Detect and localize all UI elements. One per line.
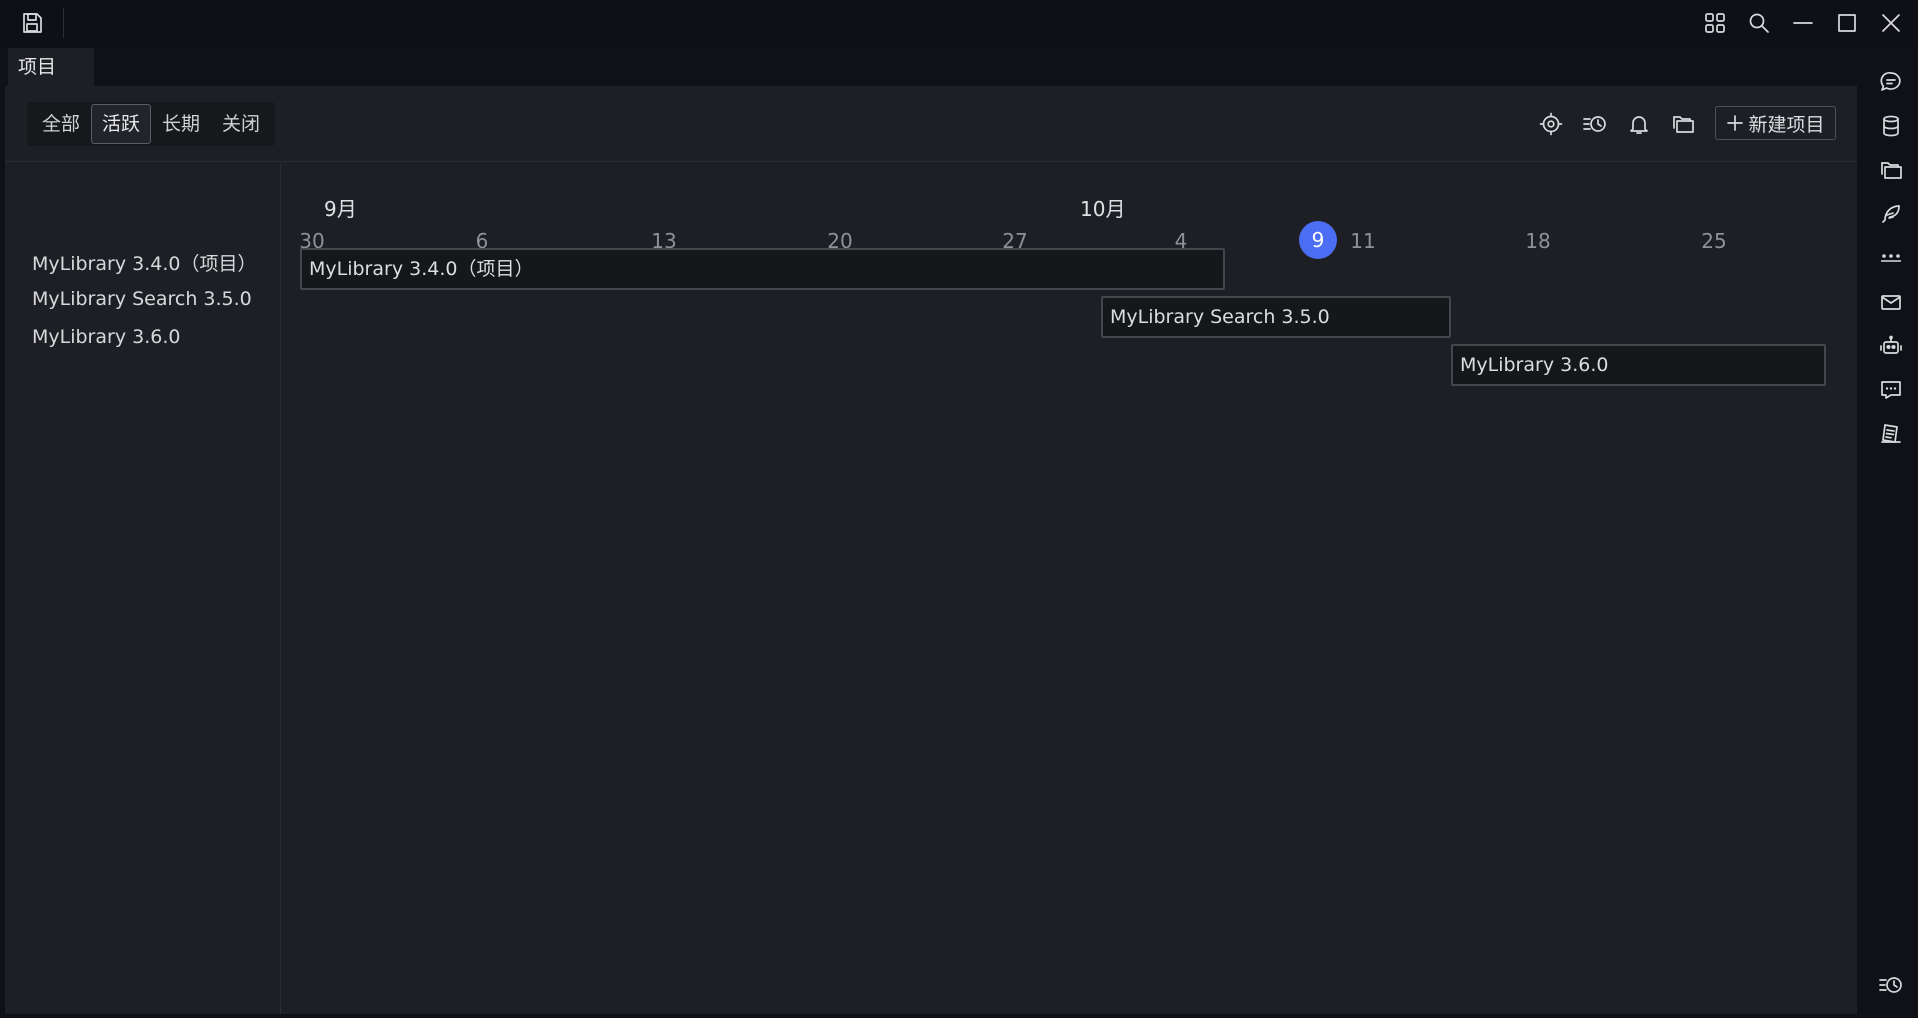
- more-icon[interactable]: [1876, 243, 1906, 273]
- robot-icon[interactable]: [1876, 331, 1906, 361]
- project-list: MyLibrary 3.4.0（项目） MyLibrary Search 3.5…: [5, 163, 281, 1014]
- today-marker: 9: [1299, 221, 1337, 259]
- filter-all[interactable]: 全部: [31, 104, 91, 144]
- chat-icon[interactable]: [1876, 67, 1906, 97]
- day-label: 11: [1350, 229, 1376, 253]
- title-divider: [63, 8, 64, 38]
- minimize-icon[interactable]: [1788, 9, 1818, 37]
- list-item[interactable]: MyLibrary Search 3.5.0: [32, 288, 252, 310]
- comment-icon[interactable]: [1876, 375, 1906, 405]
- save-icon[interactable]: [18, 10, 46, 36]
- list-item[interactable]: MyLibrary 3.4.0（项目）: [32, 249, 256, 276]
- search-icon[interactable]: [1744, 9, 1774, 37]
- gantt-bar[interactable]: MyLibrary 3.6.0: [1451, 344, 1826, 386]
- gantt-bar[interactable]: MyLibrary Search 3.5.0: [1101, 296, 1451, 338]
- folders-icon[interactable]: [1876, 155, 1906, 185]
- close-icon[interactable]: [1876, 9, 1906, 37]
- gantt-bar[interactable]: MyLibrary 3.4.0（项目）: [300, 248, 1225, 290]
- mail-icon[interactable]: [1876, 287, 1906, 317]
- filter-closed[interactable]: 关闭: [211, 104, 271, 144]
- tab-projects[interactable]: 项目: [8, 48, 94, 86]
- history-icon[interactable]: [1580, 109, 1610, 139]
- maximize-icon[interactable]: [1832, 9, 1862, 37]
- new-project-label: 新建项目: [1748, 113, 1825, 136]
- month-label: 9月: [324, 197, 357, 221]
- list-item[interactable]: MyLibrary 3.6.0: [32, 326, 180, 348]
- database-icon[interactable]: [1876, 111, 1906, 141]
- apps-grid-icon[interactable]: [1700, 9, 1730, 37]
- notes-icon[interactable]: [1876, 419, 1906, 449]
- month-label: 10月: [1080, 197, 1126, 221]
- day-label: 25: [1701, 229, 1727, 253]
- locate-icon[interactable]: [1536, 109, 1566, 139]
- bell-icon[interactable]: [1624, 109, 1654, 139]
- day-label: 18: [1525, 229, 1551, 253]
- title-bar: [0, 0, 1918, 46]
- folders-icon[interactable]: [1668, 109, 1698, 139]
- filter-group: 全部 活跃 长期 关闭: [27, 102, 276, 146]
- projects-panel: 全部 活跃 长期 关闭 新建项目 MyLibrary 3.4.0（项目） MyL…: [5, 86, 1857, 1014]
- toolbar: 全部 活跃 长期 关闭 新建项目: [5, 86, 1857, 162]
- gantt-timeline: 9月 10月 30 6 13 20 27 4 9 11 18 25 MyLibr…: [281, 163, 1857, 1014]
- feather-icon[interactable]: [1876, 199, 1906, 229]
- new-project-button[interactable]: 新建项目: [1715, 106, 1836, 140]
- filter-long-term[interactable]: 长期: [151, 104, 211, 144]
- history-icon[interactable]: [1876, 970, 1906, 1000]
- plus-icon: [1727, 115, 1744, 131]
- filter-active[interactable]: 活跃: [91, 104, 152, 144]
